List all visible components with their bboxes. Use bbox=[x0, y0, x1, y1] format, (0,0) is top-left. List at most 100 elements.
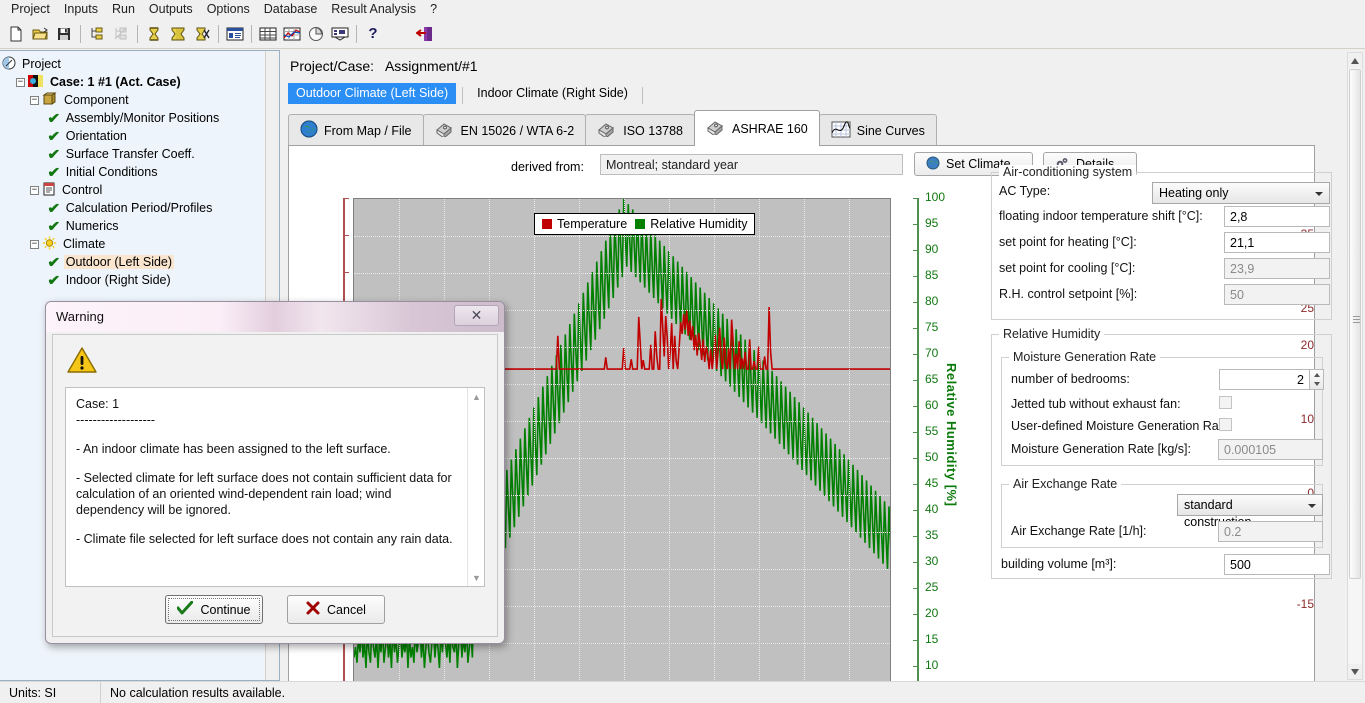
dialog-message-2: - Selected climate for left surface does… bbox=[76, 470, 458, 518]
pie-chart-icon[interactable] bbox=[304, 22, 328, 46]
scroll-thumb[interactable] bbox=[1349, 69, 1361, 579]
assign-case-icon[interactable] bbox=[85, 22, 109, 46]
ac-type-select[interactable]: Heating only bbox=[1152, 182, 1330, 204]
dialog-divider-line: ------------------- bbox=[76, 412, 458, 428]
y-axis-right-tick: 55 bbox=[925, 424, 938, 438]
tree-label: Assembly/Monitor Positions bbox=[64, 111, 222, 125]
remove-assign-icon[interactable] bbox=[109, 22, 133, 46]
dialog-message-1: - An indoor climate has been assigned to… bbox=[76, 441, 458, 457]
menu-item-inputs[interactable]: Inputs bbox=[57, 1, 105, 18]
globe-icon bbox=[300, 120, 318, 141]
tree-item-case[interactable]: − Case: 1 #1 (Act. Case) bbox=[2, 73, 277, 91]
jetted-tub-checkbox[interactable] bbox=[1219, 396, 1232, 409]
hourglass-batch-icon[interactable] bbox=[166, 22, 190, 46]
menu-item-project[interactable]: Project bbox=[4, 1, 57, 18]
chevron-down-icon bbox=[1308, 504, 1316, 508]
menu-item-help[interactable]: ? bbox=[423, 1, 444, 18]
tab-ashrae-160[interactable]: ASHRAE 160 bbox=[694, 110, 820, 146]
dialog-message-box[interactable]: Case: 1 ------------------- - An indoor … bbox=[65, 387, 485, 587]
heating-setpoint-input[interactable]: 21,1 bbox=[1224, 232, 1330, 253]
toolbar-separator bbox=[137, 25, 138, 43]
help-icon[interactable]: ? bbox=[361, 22, 385, 46]
house-icon bbox=[597, 121, 617, 140]
tree-item-project[interactable]: Project bbox=[2, 55, 277, 73]
scroll-up-icon[interactable]: ▲ bbox=[468, 388, 485, 405]
tree-item-climate[interactable]: − Climate bbox=[2, 235, 277, 253]
scroll-down-button[interactable] bbox=[1348, 664, 1362, 679]
expander-icon[interactable]: − bbox=[30, 96, 39, 105]
tab-outdoor-climate-left-side[interactable]: Outdoor Climate (Left Side) bbox=[288, 83, 456, 104]
tab-label: From Map / File bbox=[324, 124, 412, 138]
tree-item-outdoor-left-side[interactable]: ✔ Outdoor (Left Side) bbox=[2, 253, 277, 271]
save-disk-icon[interactable] bbox=[52, 22, 76, 46]
cooling-setpoint-input[interactable]: 23,9 bbox=[1224, 258, 1330, 279]
mgr-input[interactable]: 0.000105 bbox=[1218, 439, 1323, 460]
tree-label: Calculation Period/Profiles bbox=[64, 201, 215, 215]
menu-item-outputs[interactable]: Outputs bbox=[142, 1, 200, 18]
table-icon[interactable] bbox=[256, 22, 280, 46]
scroll-down-icon[interactable]: ▼ bbox=[468, 569, 485, 586]
menu-item-run[interactable]: Run bbox=[105, 1, 142, 18]
hourglass-run-icon[interactable] bbox=[142, 22, 166, 46]
tree-item-numerics[interactable]: ✔ Numerics bbox=[2, 217, 277, 235]
legend-label: Relative Humidity bbox=[650, 217, 747, 231]
project-case-value: Assignment/#1 bbox=[385, 58, 478, 74]
ac-type-label: AC Type: bbox=[999, 184, 1050, 198]
menu-item-database[interactable]: Database bbox=[257, 1, 325, 18]
bedrooms-input[interactable]: 2 bbox=[1219, 369, 1310, 390]
new-file-icon[interactable] bbox=[4, 22, 28, 46]
tree-item-initial-conditions[interactable]: ✔ Initial Conditions bbox=[2, 163, 277, 181]
menu-item-options[interactable]: Options bbox=[200, 1, 257, 18]
tab-from-map-file[interactable]: From Map / File bbox=[288, 114, 424, 146]
cancel-button[interactable]: Cancel bbox=[287, 595, 385, 624]
aer-construction-select[interactable]: standard construction bbox=[1177, 494, 1323, 516]
tab-iso-13788[interactable]: ISO 13788 bbox=[585, 114, 695, 146]
bedrooms-stepper[interactable]: 2 bbox=[1219, 369, 1324, 390]
check-icon bbox=[177, 601, 193, 618]
group-title: Air Exchange Rate bbox=[1009, 477, 1121, 491]
derived-from-field[interactable]: Montreal; standard year bbox=[600, 154, 903, 175]
dialog-title-bar[interactable]: Warning ✕ bbox=[46, 302, 504, 332]
close-icon[interactable]: ✕ bbox=[454, 305, 499, 326]
continue-button[interactable]: Continue bbox=[165, 595, 263, 624]
tree-item-assembly-monitor-positions[interactable]: ✔ Assembly/Monitor Positions bbox=[2, 109, 277, 127]
scroll-up-button[interactable] bbox=[1348, 53, 1362, 68]
tree-item-indoor-right-side[interactable]: ✔ Indoor (Right Side) bbox=[2, 271, 277, 289]
open-folder-icon[interactable] bbox=[28, 22, 52, 46]
tab-indoor-climate-right-side[interactable]: Indoor Climate (Right Side) bbox=[469, 83, 636, 104]
sinecurve-icon bbox=[831, 121, 851, 141]
group-title: Moisture Generation Rate bbox=[1009, 350, 1160, 364]
tree-label: Initial Conditions bbox=[64, 165, 160, 179]
menu-item-result-analysis[interactable]: Result Analysis bbox=[324, 1, 423, 18]
indoor-climate-settings: Air-conditioning system AC Type: Heating… bbox=[989, 154, 1334, 677]
tree-item-calculation-period-profiles[interactable]: ✔ Calculation Period/Profiles bbox=[2, 199, 277, 217]
tree-item-control[interactable]: − Control bbox=[2, 181, 277, 199]
check-icon: ✔ bbox=[47, 254, 60, 271]
graph-table-icon[interactable] bbox=[280, 22, 304, 46]
expander-icon[interactable]: − bbox=[16, 78, 25, 87]
y-axis-right-tick: 60 bbox=[925, 398, 938, 412]
exit-door-icon[interactable] bbox=[413, 22, 437, 46]
dialog-message-scrollbar[interactable]: ▲ ▼ bbox=[467, 388, 484, 586]
film-icon[interactable] bbox=[328, 22, 352, 46]
tab-label: EN 15026 / WTA 6-2 bbox=[461, 124, 575, 138]
rh-setpoint-input[interactable]: 50 bbox=[1224, 284, 1330, 305]
hourglass-stop-icon[interactable] bbox=[190, 22, 214, 46]
tab-label: ISO 13788 bbox=[623, 124, 683, 138]
tab-en-15026-wta-6-2[interactable]: EN 15026 / WTA 6-2 bbox=[423, 114, 587, 146]
aer-input[interactable]: 0.2 bbox=[1218, 521, 1323, 542]
float-shift-input[interactable]: 2,8 bbox=[1224, 206, 1330, 227]
tree-item-orientation[interactable]: ✔ Orientation bbox=[2, 127, 277, 145]
tab-sine-curves[interactable]: Sine Curves bbox=[819, 114, 937, 146]
building-volume-input[interactable]: 500 bbox=[1224, 554, 1330, 575]
expander-icon[interactable]: − bbox=[30, 186, 39, 195]
tree-item-component[interactable]: − Component bbox=[2, 91, 277, 109]
derived-from-label: derived from: bbox=[511, 160, 584, 174]
toolbar: ? bbox=[0, 19, 1365, 49]
page-scrollbar[interactable] bbox=[1347, 52, 1363, 680]
expander-icon[interactable]: − bbox=[30, 240, 39, 249]
bedrooms-spinner[interactable] bbox=[1310, 369, 1324, 390]
report-icon[interactable] bbox=[223, 22, 247, 46]
userdef-mgr-checkbox[interactable] bbox=[1219, 418, 1232, 431]
tree-item-surface-transfer-coeff[interactable]: ✔ Surface Transfer Coeff. bbox=[2, 145, 277, 163]
